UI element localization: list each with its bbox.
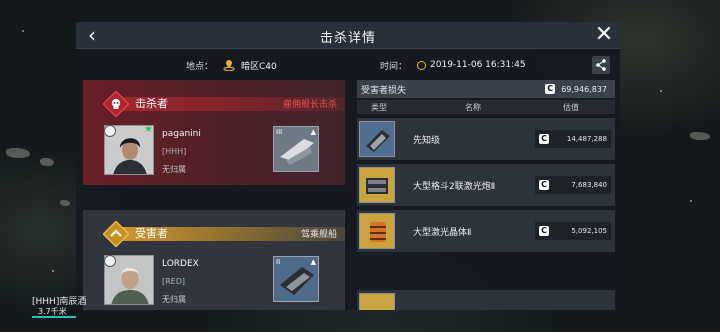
target-health-bar bbox=[32, 316, 76, 318]
share-icon bbox=[596, 59, 606, 71]
loss-table: 受害者损失 C 69,946,837 类型 名称 估值 先知级 C 14,487… bbox=[357, 80, 615, 310]
time-label: 时间： bbox=[380, 61, 408, 72]
killer-alliance: 无归属 bbox=[162, 165, 186, 174]
victim-card: 受害者 驾乘舰船 LORDEX [RED] 无归属 II ▲ bbox=[83, 210, 345, 310]
item-name: 大型格斗2联激光炮Ⅱ bbox=[413, 182, 496, 192]
star-icon: ★ bbox=[144, 124, 153, 135]
loss-title: 受害者损失 bbox=[361, 85, 407, 96]
killer-ship-thumbnail[interactable]: III ▲ bbox=[273, 126, 319, 172]
killer-role-note: 雇佣舰长击杀 bbox=[282, 100, 337, 110]
item-name: 先知级 bbox=[413, 136, 441, 146]
loss-total: C 69,946,837 bbox=[545, 84, 607, 94]
ship-icon bbox=[366, 130, 390, 152]
item-thumbnail bbox=[359, 167, 395, 203]
credit-icon: C bbox=[539, 134, 549, 144]
item-value: C 14,487,288 bbox=[535, 130, 611, 148]
rank-badge bbox=[104, 255, 116, 267]
asteroid bbox=[6, 148, 30, 158]
close-icon: ✕ bbox=[594, 22, 614, 47]
time-row: 时间： 2019-11-06 16:31:45 bbox=[380, 56, 526, 74]
location-row: 地点： 暗区C40 bbox=[186, 56, 277, 74]
item-name: 大型激光晶体Ⅱ bbox=[413, 228, 472, 238]
item-value: C 7,683,840 bbox=[535, 176, 611, 194]
laser-turret-icon bbox=[366, 178, 388, 194]
killer-corp: [HHH] bbox=[162, 147, 187, 156]
close-button[interactable]: ✕ bbox=[592, 24, 616, 46]
victim-role-title: 受害者 bbox=[135, 227, 168, 240]
rank-badge bbox=[104, 125, 116, 137]
table-row[interactable]: 大型激光晶体Ⅱ C 5,092,105 bbox=[357, 210, 615, 252]
skull-icon bbox=[103, 91, 129, 117]
asteroid bbox=[60, 200, 70, 206]
item-value: C 5,092,105 bbox=[535, 222, 611, 240]
star bbox=[690, 200, 692, 202]
page-title: 击杀详情 bbox=[319, 31, 376, 46]
column-value: 估值 bbox=[563, 103, 579, 112]
table-row-partial[interactable] bbox=[357, 290, 615, 310]
victim-role-note: 驾乘舰船 bbox=[300, 230, 337, 240]
victim-ship-tier: II bbox=[276, 258, 281, 266]
asteroid bbox=[690, 132, 710, 140]
location-label: 地点： bbox=[186, 61, 214, 72]
credit-icon: C bbox=[539, 180, 549, 190]
time-value: 2019-11-06 16:31:45 bbox=[430, 60, 526, 70]
star bbox=[660, 90, 662, 92]
table-row[interactable]: 大型格斗2联激光炮Ⅱ C 7,683,840 bbox=[357, 164, 615, 206]
credit-icon: C bbox=[539, 226, 549, 236]
column-name: 名称 bbox=[465, 103, 481, 112]
location-value[interactable]: 暗区C40 bbox=[241, 59, 277, 72]
panel-header: ‹ 击杀详情 ✕ bbox=[76, 22, 620, 49]
killer-ship-tier: III bbox=[276, 128, 283, 136]
victim-ship-thumbnail[interactable]: II ▲ bbox=[273, 256, 319, 302]
ship-class-icon: ▲ bbox=[310, 128, 316, 136]
ship-class-icon: ▲ bbox=[310, 258, 316, 266]
victim-name[interactable]: LORDEX bbox=[162, 259, 199, 269]
victim-corp: [RED] bbox=[162, 277, 186, 286]
victim-alliance: 无归属 bbox=[162, 295, 186, 304]
item-thumbnail bbox=[359, 213, 395, 249]
column-type: 类型 bbox=[371, 103, 387, 112]
item-value-number: 14,487,288 bbox=[566, 135, 607, 143]
credit-icon: C bbox=[545, 84, 556, 94]
kill-detail-panel: ‹ 击杀详情 ✕ 地点： 暗区C40 时间： 2019-11-06 16:31:… bbox=[76, 22, 620, 310]
loss-column-header: 类型 名称 估值 bbox=[357, 100, 615, 114]
item-value-number: 5,092,105 bbox=[571, 227, 607, 235]
chevron-up-icon bbox=[103, 221, 129, 247]
star bbox=[22, 30, 24, 32]
item-value-number: 7,683,840 bbox=[571, 181, 607, 189]
killer-card: 击杀者 雇佣舰长击杀 ★ paganini [HHH] 无归属 III ▲ bbox=[83, 80, 345, 185]
crystal-icon bbox=[370, 222, 386, 242]
asteroid bbox=[40, 158, 54, 166]
loss-summary: 受害者损失 C 69,946,837 bbox=[357, 80, 615, 98]
share-button[interactable] bbox=[592, 56, 610, 74]
star bbox=[52, 270, 54, 272]
table-row[interactable]: 先知级 C 14,487,288 bbox=[357, 118, 615, 160]
clock-icon bbox=[417, 60, 427, 70]
loss-total-value: 69,946,837 bbox=[561, 84, 607, 94]
item-thumbnail bbox=[359, 121, 395, 157]
map-pin-icon bbox=[223, 60, 235, 71]
killer-name[interactable]: paganini bbox=[162, 129, 201, 139]
killer-role-title: 击杀者 bbox=[135, 97, 168, 110]
